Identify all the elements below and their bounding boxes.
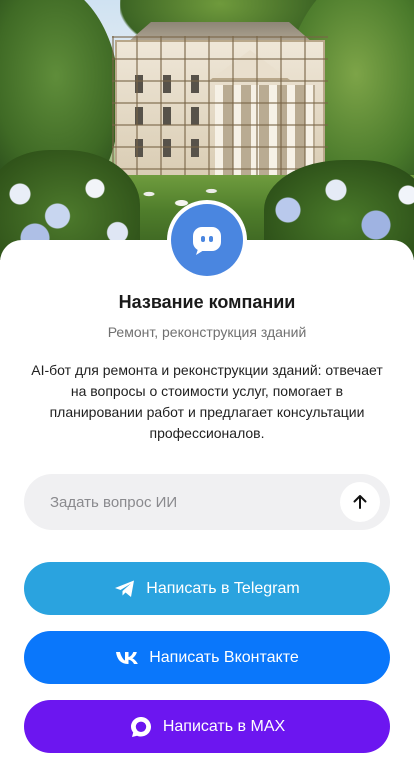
company-description: AI-бот для ремонта и реконструкции здани… [31,362,383,441]
company-subtitle: Ремонт, реконструкция зданий [107,324,307,340]
avatar [167,200,247,280]
telegram-button[interactable]: Написать в Telegram [24,562,390,615]
max-button-label: Написать в MAX [162,717,286,735]
chat-bubble-icon [193,227,221,255]
hero-scaffolding [112,36,328,184]
arrow-up-icon [353,495,367,509]
max-button[interactable]: Написать в MAX [24,700,390,753]
vk-icon [115,651,139,665]
ask-ai-input[interactable] [48,492,340,512]
vk-button[interactable]: Написать Вконтакте [24,631,390,684]
telegram-button-label: Написать в Telegram [146,579,300,597]
avatar-circle [171,204,243,276]
ask-ai-field[interactable] [24,474,390,530]
page: Название компании Ремонт, реконструкция … [0,0,414,770]
send-button[interactable] [340,482,380,522]
telegram-icon [114,579,136,599]
company-name: Название компании [118,292,296,312]
max-icon [129,715,153,739]
vk-button-label: Написать Вконтакте [149,648,299,666]
